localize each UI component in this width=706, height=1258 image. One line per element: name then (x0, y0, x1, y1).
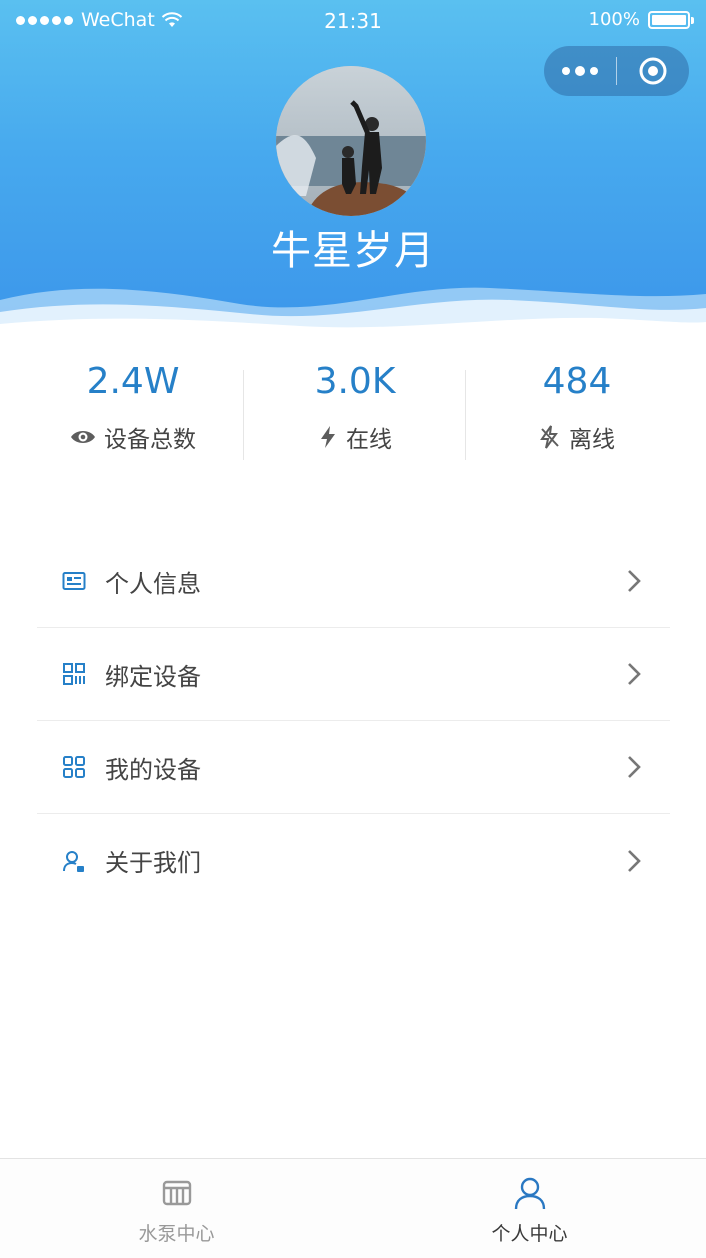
id-card-icon (61, 568, 87, 594)
more-dots-icon (562, 66, 598, 76)
target-icon (639, 57, 667, 85)
bolt-icon (321, 426, 335, 448)
stat-value: 2.4W (86, 361, 180, 402)
tab-label: 水泵中心 (138, 1223, 215, 1245)
grid-icon (61, 754, 87, 780)
stat-value: 3.0K (314, 361, 396, 402)
chevron-right-icon (628, 849, 641, 872)
tab-label: 个人中心 (491, 1223, 568, 1245)
close-miniprogram-button[interactable] (617, 46, 689, 96)
battery-icon (648, 10, 694, 29)
tab-pump-center[interactable]: 水泵中心 (0, 1159, 353, 1258)
chevron-right-icon (628, 756, 641, 778)
user-info-icon (61, 848, 87, 874)
stat-value: 484 (542, 361, 612, 402)
stat-online[interactable]: 3.0K 在线 (244, 352, 466, 462)
pump-icon (162, 1180, 191, 1206)
bolt-off-icon (540, 425, 559, 449)
stat-label: 设备总数 (104, 427, 196, 453)
stat-offline[interactable]: 484 离线 (466, 352, 688, 462)
miniprogram-capsule (544, 46, 689, 96)
tab-personal-center[interactable]: 个人中心 (353, 1159, 706, 1258)
avatar[interactable] (276, 66, 426, 216)
menu-item-about-us[interactable]: 关于我们 (37, 814, 670, 907)
header-wave (0, 287, 706, 340)
profile-screen: WeChat 21:31 100% 牛星岁月 2.4W 设备总数 3.0K 在线… (0, 0, 706, 1258)
menu-item-my-devices[interactable]: 我的设备 (37, 721, 670, 814)
eye-icon (71, 431, 95, 443)
chevron-right-icon (628, 570, 641, 592)
status-bar: WeChat 21:31 100% (0, 0, 706, 44)
tab-bar: 水泵中心 个人中心 (0, 1158, 706, 1258)
battery-percentage: 100% (588, 9, 640, 30)
stat-total[interactable]: 2.4W 设备总数 (22, 352, 244, 462)
device-stats: 2.4W 设备总数 3.0K 在线 484 离线 (22, 352, 688, 462)
person-icon (514, 1177, 545, 1210)
menu-item-label: 绑定设备 (105, 662, 201, 691)
avatar-photo-icon (276, 66, 426, 216)
menu-item-personal-info[interactable]: 个人信息 (37, 535, 670, 628)
profile-menu: 个人信息 绑定设备 我的设备 关于我们 (37, 535, 670, 907)
menu-item-bind-device[interactable]: 绑定设备 (37, 628, 670, 721)
stat-label: 离线 (569, 427, 615, 453)
stat-label: 在线 (346, 427, 392, 453)
menu-item-label: 关于我们 (105, 849, 201, 877)
more-button[interactable] (544, 46, 616, 96)
qr-code-icon (61, 661, 87, 687)
profile-header: WeChat 21:31 100% 牛星岁月 (0, 0, 706, 340)
menu-item-label: 个人信息 (105, 569, 201, 598)
stat-label-row: 设备总数 (22, 420, 244, 454)
nickname: 牛星岁月 (271, 228, 435, 274)
stat-label-row: 在线 (244, 420, 466, 454)
status-right: 100% (588, 9, 694, 30)
stat-label-row: 离线 (466, 420, 688, 454)
menu-item-label: 我的设备 (105, 755, 201, 784)
chevron-right-icon (628, 663, 641, 685)
